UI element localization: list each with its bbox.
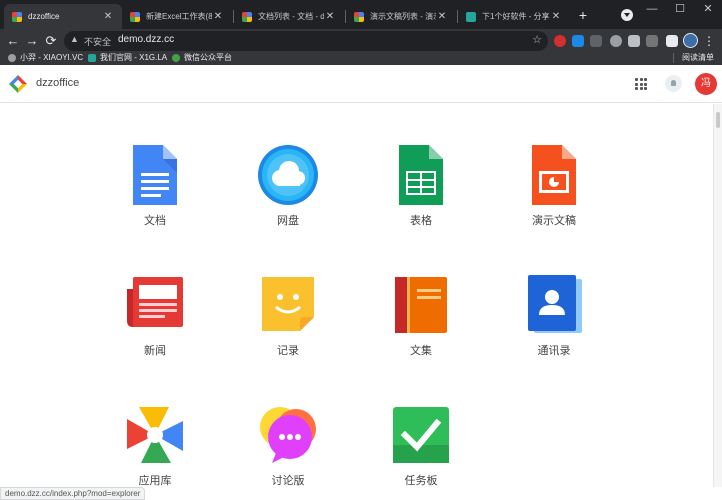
bookmark-favicon-icon: [8, 54, 16, 62]
extension-grey-icon[interactable]: [590, 35, 602, 47]
tab-close-icon[interactable]: ✕: [102, 11, 114, 22]
close-window-button[interactable]: ✕: [694, 0, 722, 22]
app-header: dzzoffice 冯: [0, 65, 722, 103]
dzzoffice-logo-icon[interactable]: [9, 75, 27, 93]
app-tile-spreadsheet[interactable]: 表格: [366, 145, 476, 245]
app-tile-task-board[interactable]: 任务板: [366, 405, 476, 500]
bookmark-label: 微信公众平台: [184, 52, 232, 63]
new-tab-button[interactable]: +: [574, 6, 592, 24]
extensions-puzzle-icon[interactable]: [666, 35, 678, 47]
task-board-icon: [391, 405, 451, 465]
app-tile-presentation[interactable]: 演示文稿: [499, 145, 609, 245]
browser-menu-icon[interactable]: ⋮: [703, 32, 715, 50]
app-tile-collection[interactable]: 文集: [366, 275, 476, 375]
url-text[interactable]: demo.dzz.cc: [118, 34, 174, 45]
brand-name[interactable]: dzzoffice: [36, 77, 79, 89]
collection-icon: [391, 275, 451, 335]
news-icon: [125, 275, 185, 335]
app-tile-cloud-drive[interactable]: 网盘: [233, 145, 343, 245]
bookmark-label: 小羿 - XIAOYI.VC: [20, 52, 83, 63]
security-status[interactable]: 不安全: [84, 35, 111, 48]
browser-tab-bar: dzzoffice ✕ 新建Excel工作表(8).xlsx ✕ 文档列表 - …: [0, 0, 722, 29]
notification-bell-icon[interactable]: [665, 75, 682, 92]
bookmark-label: 我们官网 - X1G.LA: [100, 52, 167, 63]
bookmark-item[interactable]: 小羿 - XIAOYI.VC: [8, 52, 83, 63]
app-label: 通讯录: [499, 342, 609, 358]
profile-avatar[interactable]: [683, 33, 698, 48]
app-tile-notes[interactable]: 记录: [233, 275, 343, 375]
browser-toolbar: ← → ⟳ ▲ 不安全 demo.dzz.cc ☆ ⋮: [0, 29, 722, 53]
maximize-button[interactable]: ☐: [666, 0, 694, 22]
app-label: 应用库: [100, 472, 210, 488]
extension-red-icon[interactable]: [554, 35, 566, 47]
browser-tab-excel[interactable]: 新建Excel工作表(8).xlsx ✕: [122, 4, 232, 29]
document-icon: [125, 145, 185, 205]
tab-search-icon[interactable]: [621, 9, 633, 21]
site-favicon: [466, 12, 476, 22]
tab-title: 演示文稿列表 - 演示文稿: [370, 11, 436, 22]
dzzoffice-favicon: [354, 12, 364, 22]
discussion-icon: [258, 405, 318, 465]
contacts-icon: [524, 275, 584, 335]
app-library-icon: [125, 405, 185, 465]
app-label: 表格: [366, 212, 476, 228]
bookmark-item[interactable]: 我们官网 - X1G.LA: [88, 52, 167, 63]
dzzoffice-favicon: [12, 12, 22, 22]
app-label: 文档: [100, 212, 210, 228]
dzzoffice-favicon: [130, 12, 140, 22]
tab-title: dzzoffice: [28, 12, 102, 21]
browser-tab-software[interactable]: 下1个好软件 - 分享实用软件 ✕: [458, 4, 570, 29]
extension-mic-icon[interactable]: [646, 35, 658, 47]
bookmark-item[interactable]: 微信公众平台: [172, 52, 232, 63]
app-label: 文集: [366, 342, 476, 358]
user-avatar[interactable]: 冯: [695, 73, 717, 95]
extension-tablet-icon[interactable]: [628, 35, 640, 47]
tab-title: 文档列表 - 文档 - dzzoffice: [258, 11, 324, 22]
divider: [673, 53, 674, 63]
tab-title: 新建Excel工作表(8).xlsx: [146, 11, 212, 22]
back-arrow-icon[interactable]: ←: [4, 31, 22, 51]
browser-tab-doc-list[interactable]: 文档列表 - 文档 - dzzoffice ✕: [234, 4, 344, 29]
reload-icon[interactable]: ⟳: [42, 31, 60, 51]
warning-icon[interactable]: ▲: [70, 34, 79, 44]
spreadsheet-icon: [391, 145, 451, 205]
bookmarks-bar: 小羿 - XIAOYI.VC 我们官网 - X1G.LA 微信公众平台 阅读清单: [0, 53, 722, 65]
presentation-icon: [524, 145, 584, 205]
browser-status-url: demo.dzz.cc/index.php?mod=explorer: [0, 487, 145, 500]
app-tile-news[interactable]: 新闻: [100, 275, 210, 375]
app-label: 新闻: [100, 342, 210, 358]
app-tile-contacts[interactable]: 通讯录: [499, 275, 609, 375]
app-label: 记录: [233, 342, 343, 358]
app-label: 讨论版: [233, 472, 343, 488]
apps-grid-icon[interactable]: [635, 78, 647, 90]
dzzoffice-favicon: [242, 12, 252, 22]
bookmark-star-icon[interactable]: ☆: [532, 33, 542, 46]
forward-arrow-icon[interactable]: →: [23, 31, 41, 51]
browser-tab-presentation-list[interactable]: 演示文稿列表 - 演示文稿 ✕: [346, 4, 456, 29]
bookmark-favicon-icon: [172, 54, 180, 62]
page-scrollbar[interactable]: [713, 104, 722, 487]
bookmark-favicon-icon: [88, 54, 96, 62]
app-tile-discussion[interactable]: 讨论版: [233, 405, 343, 500]
tab-title: 下1个好软件 - 分享实用软件: [482, 11, 550, 22]
notes-icon: [258, 275, 318, 335]
address-bar[interactable]: ▲ 不安全 demo.dzz.cc ☆: [64, 31, 548, 51]
app-tile-app-library[interactable]: 应用库: [100, 405, 210, 500]
tab-close-icon[interactable]: ✕: [436, 11, 448, 22]
tab-close-icon[interactable]: ✕: [550, 11, 562, 22]
tab-close-icon[interactable]: ✕: [212, 11, 224, 22]
app-tile-document[interactable]: 文档: [100, 145, 210, 245]
extension-sync-icon[interactable]: [610, 35, 622, 47]
extension-blue-icon[interactable]: [572, 35, 584, 47]
app-label: 任务板: [366, 472, 476, 488]
cloud-drive-icon: [258, 145, 318, 205]
app-label: 网盘: [233, 212, 343, 228]
app-label: 演示文稿: [499, 212, 609, 228]
minimize-button[interactable]: —: [638, 0, 666, 22]
tab-close-icon[interactable]: ✕: [324, 11, 336, 22]
browser-tab-dzzoffice[interactable]: dzzoffice ✕: [4, 4, 122, 29]
reading-list-label: 阅读清单: [682, 52, 714, 63]
reading-list-button[interactable]: 阅读清单: [673, 52, 714, 63]
